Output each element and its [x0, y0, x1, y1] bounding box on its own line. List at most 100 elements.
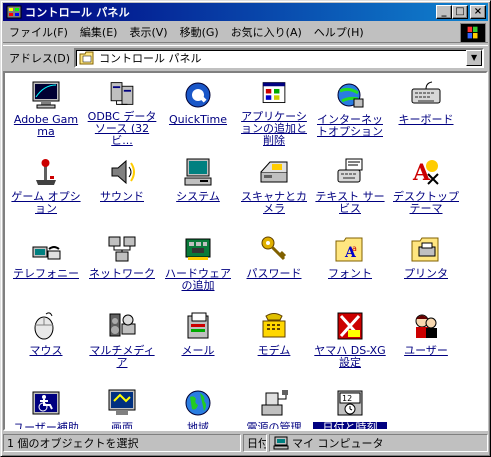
control-panel-item[interactable]: ハードウェアの追加	[161, 231, 235, 301]
text-services-icon	[337, 158, 363, 183]
control-panel-item[interactable]: 電源の管理	[237, 385, 311, 431]
item-label: ODBC データソース (32ビ...	[87, 110, 157, 147]
control-panel-item[interactable]: メール	[161, 308, 235, 378]
item-label: プリンタ	[404, 267, 448, 280]
control-panel-item[interactable]: 12 日付と時刻	[312, 385, 388, 429]
status-zone-text: マイ コンピュータ	[292, 437, 384, 450]
menu-help[interactable]: ヘルプ(H)	[308, 24, 370, 42]
yamaha-icon	[337, 312, 363, 340]
control-panel-item[interactable]: マウス	[9, 308, 83, 378]
control-panel-item[interactable]: テキスト サービス	[313, 154, 387, 224]
printers-folder-icon	[411, 237, 439, 262]
control-panel-item[interactable]: A デスクトップ テーマ	[389, 154, 463, 224]
control-panel-item[interactable]: インターネットオプション	[313, 77, 387, 147]
item-label: ネットワーク	[89, 267, 155, 280]
internet-options-icon	[337, 83, 364, 108]
control-panel-item[interactable]: QuickTime	[161, 77, 235, 147]
minimize-icon: _	[441, 6, 447, 17]
item-label: ユーザー補助	[13, 421, 79, 431]
item-label: キーボード	[398, 113, 454, 126]
menu-favorites[interactable]: お気に入り(A)	[225, 24, 308, 42]
control-panel-item[interactable]: 画面	[85, 385, 159, 431]
control-panel-folder-icon	[79, 51, 94, 64]
item-label: ヤマハ DS-XG 設定	[314, 344, 386, 369]
menu-file[interactable]: ファイル(F)	[3, 24, 74, 42]
date-time-icon: 12	[337, 390, 363, 416]
menu-edit[interactable]: 編集(E)	[74, 24, 124, 42]
control-panel-item[interactable]: サウンド	[85, 154, 159, 224]
control-panel-item[interactable]: スキャナとカメラ	[237, 154, 311, 224]
item-label: パスワード	[246, 267, 302, 280]
speaker-icon	[111, 159, 135, 185]
control-panel-item[interactable]: ODBC データソース (32ビ...	[85, 77, 159, 147]
menu-go[interactable]: 移動(G)	[174, 24, 225, 42]
control-panel-icon	[6, 5, 22, 19]
add-hardware-icon	[185, 238, 211, 260]
accessibility-icon	[32, 391, 60, 415]
control-panel-item[interactable]: ユーザー補助	[9, 385, 83, 431]
control-panel-item[interactable]: マルチメディア	[85, 308, 159, 378]
control-panel-item[interactable]: パスワード	[237, 231, 311, 301]
address-label: アドレス(D)	[9, 51, 71, 65]
item-label: インターネットオプション	[317, 113, 383, 138]
control-panel-item[interactable]: ゲーム オプション	[9, 154, 83, 224]
close-icon: ×	[473, 6, 483, 17]
globe-icon	[185, 390, 211, 416]
items-view[interactable]: Adobe Gamma ODBC データソース (32ビ... QuickTime ア…	[3, 71, 488, 431]
item-label: QuickTime	[168, 113, 228, 126]
control-panel-item[interactable]: モデム	[237, 308, 311, 378]
control-panel-item[interactable]: キーボード	[389, 77, 463, 147]
item-label: 画面	[111, 421, 133, 431]
item-label: システム	[176, 190, 220, 203]
title-bar[interactable]: コントロール パネル _ □ ×	[3, 3, 488, 21]
multimedia-icon	[109, 313, 136, 337]
address-dropdown-button[interactable]: ▼	[466, 49, 483, 66]
menu-bar: ファイル(F) 編集(E) 表示(V) 移動(G) お気に入り(A) ヘルプ(H…	[3, 23, 488, 43]
modem-icon	[262, 313, 286, 338]
item-label: マウス	[29, 344, 63, 357]
control-panel-item[interactable]: Aa フォント	[313, 231, 387, 301]
svg-text:12: 12	[342, 394, 352, 403]
svg-text:a: a	[352, 244, 357, 253]
item-label: デスクトップ テーマ	[393, 190, 459, 215]
chevron-down-icon: ▼	[470, 53, 478, 62]
display-icon	[108, 389, 136, 415]
fonts-folder-icon: Aa	[335, 237, 363, 262]
power-icon	[261, 390, 288, 416]
control-panel-item[interactable]: プリンタ	[389, 231, 463, 301]
item-label: テレフォニー	[13, 267, 79, 280]
close-button[interactable]: ×	[470, 5, 486, 19]
item-label: 電源の管理	[246, 421, 302, 431]
menu-view[interactable]: 表示(V)	[123, 24, 173, 42]
control-panel-item[interactable]: Adobe Gamma	[9, 77, 83, 147]
control-panel-item[interactable]: ネットワーク	[85, 231, 159, 301]
odbc-icon	[110, 82, 134, 105]
status-bar: 1 個のオブジェクトを選択 日付 マイ コンピュータ	[3, 434, 488, 454]
control-panel-item[interactable]: ヤマハ DS-XG 設定	[313, 308, 387, 378]
control-panel-item[interactable]: ユーザー	[389, 308, 463, 378]
item-label: アプリケーションの追加と削除	[241, 110, 307, 147]
keys-icon	[261, 236, 287, 261]
users-icon	[415, 314, 437, 338]
desktop-theme-icon: A	[412, 160, 439, 186]
mouse-icon	[34, 312, 54, 340]
address-bar: アドレス(D) コントロール パネル ▼	[3, 45, 488, 69]
telephony-icon	[32, 246, 61, 260]
item-label: ゲーム オプション	[11, 190, 81, 215]
control-panel-item[interactable]: アプリケーションの追加と削除	[237, 77, 311, 147]
status-selection-text: 1 個のオブジェクトを選択	[7, 437, 139, 450]
quicktime-icon	[185, 82, 211, 108]
control-panel-item[interactable]: テレフォニー	[9, 231, 83, 301]
maximize-button[interactable]: □	[452, 5, 468, 19]
control-panel-item[interactable]: 地域	[161, 385, 235, 431]
scanner-icon	[260, 161, 288, 183]
item-label: ハードウェアの追加	[165, 267, 231, 292]
item-label: メール	[181, 344, 215, 357]
minimize-button[interactable]: _	[436, 5, 452, 19]
control-panel-item[interactable]: システム	[161, 154, 235, 224]
keyboard-icon	[411, 81, 441, 104]
address-field[interactable]: コントロール パネル ▼	[74, 47, 485, 68]
maximize-icon: □	[455, 6, 465, 17]
status-description-text: 日付	[247, 437, 267, 450]
item-label: 地域	[187, 421, 209, 431]
